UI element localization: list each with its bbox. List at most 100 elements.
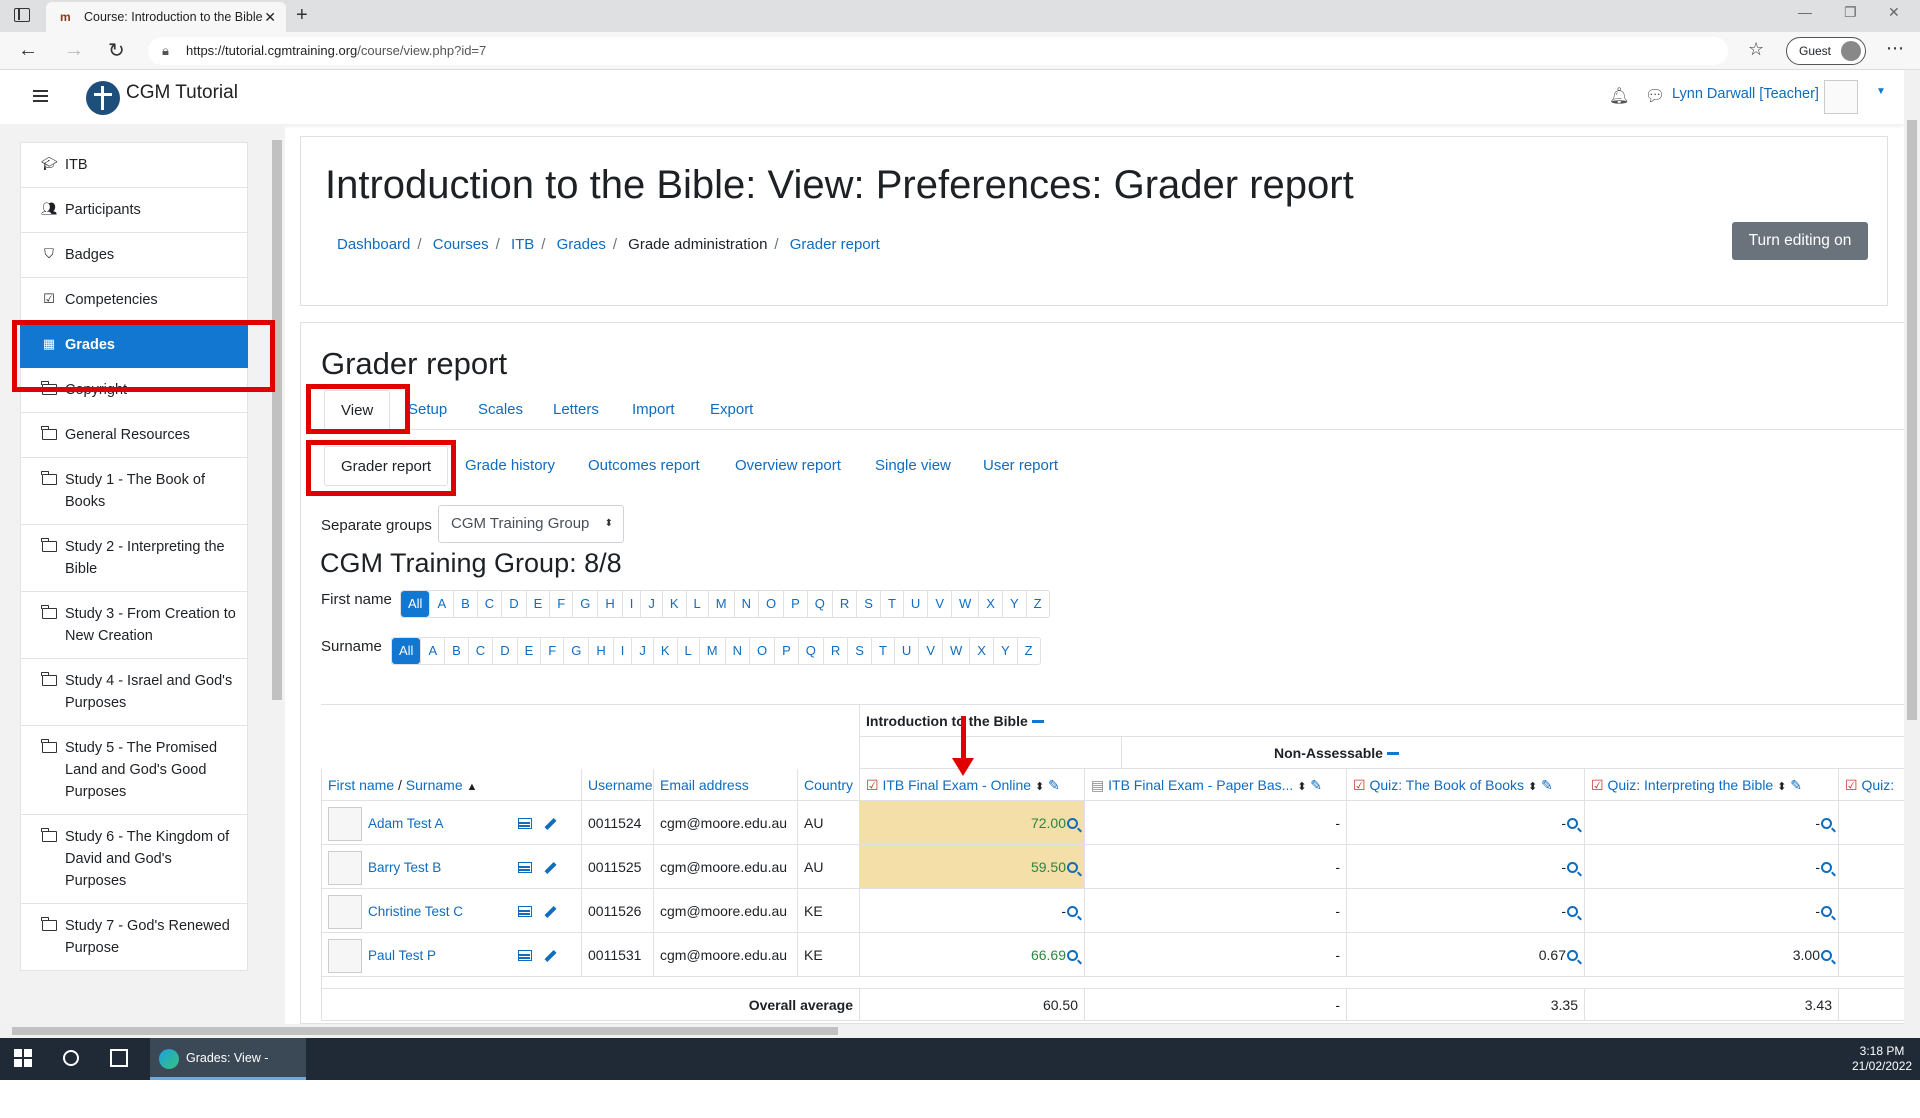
single-view-icon[interactable]	[518, 862, 532, 873]
forward-icon[interactable]: →	[64, 39, 84, 62]
profile-button[interactable]: Guest	[1786, 37, 1866, 65]
surname-initial-g[interactable]: G	[563, 638, 588, 664]
breadcrumb-courses[interactable]: Courses	[433, 236, 489, 253]
restore-icon[interactable]: ❐	[1844, 4, 1857, 21]
breadcrumb-dashboard[interactable]: Dashboard	[337, 236, 410, 253]
zoom-icon[interactable]	[1067, 950, 1078, 961]
zoom-icon[interactable]	[1821, 906, 1832, 917]
cell-g3[interactable]: 0.67	[1346, 933, 1584, 977]
tab-import[interactable]: Import	[632, 390, 675, 430]
messages-icon[interactable]: 💬︎	[1645, 86, 1665, 106]
site-name[interactable]: CGM Tutorial	[126, 82, 238, 104]
zoom-icon[interactable]	[1821, 862, 1832, 873]
collapse-icon[interactable]	[1386, 752, 1399, 755]
sidebar-item-study-1[interactable]: Study 1 - The Book of Books	[20, 458, 248, 525]
firstname-initial-c[interactable]: C	[476, 591, 501, 617]
surname-initial-p[interactable]: P	[774, 638, 798, 664]
zoom-icon[interactable]	[1567, 950, 1578, 961]
sidebar-item-study-2[interactable]: Study 2 - Interpreting the Bible	[20, 525, 248, 592]
cell-g4[interactable]: 3.00	[1584, 933, 1838, 977]
user-menu-caret-icon[interactable]: ▼	[1876, 86, 1886, 97]
more-menu-icon[interactable]: ⋯	[1886, 38, 1904, 59]
surname-initial-e[interactable]: E	[516, 638, 541, 664]
user-menu-name[interactable]: Lynn Darwall [Teacher]	[1672, 86, 1819, 102]
cell-g3[interactable]: -	[1346, 845, 1584, 889]
tab-overview-report[interactable]: Overview report	[735, 446, 841, 486]
close-window-icon[interactable]: ✕	[1888, 4, 1900, 21]
cell-g2[interactable]: -	[1084, 889, 1346, 933]
firstname-initial-u[interactable]: U	[902, 591, 927, 617]
header-username[interactable]: Username	[581, 769, 653, 801]
surname-initial-r[interactable]: R	[822, 638, 847, 664]
tab-letters[interactable]: Letters	[553, 390, 599, 430]
zoom-icon[interactable]	[1821, 950, 1832, 961]
surname-initial-b[interactable]: B	[444, 638, 468, 664]
single-view-icon[interactable]	[518, 950, 532, 961]
pencil-icon[interactable]	[544, 949, 557, 963]
zoom-icon[interactable]	[1067, 818, 1078, 829]
cell-g1[interactable]: -	[859, 889, 1084, 933]
taskbar-edge-app[interactable]: Grades: View - [Gue...	[150, 1038, 306, 1105]
cell-name[interactable]: Barry Test B	[321, 845, 581, 889]
firstname-initial-d[interactable]: D	[501, 591, 525, 617]
surname-initial-d[interactable]: D	[492, 638, 516, 664]
firstname-initial-g[interactable]: G	[572, 591, 597, 617]
cell-g4[interactable]: -	[1584, 801, 1838, 845]
system-clock[interactable]: 3:18 PM 21/02/2022	[1852, 1044, 1912, 1074]
firstname-initial-r[interactable]: R	[831, 591, 856, 617]
sidebar-item-general-resources[interactable]: General Resources	[20, 413, 248, 458]
zoom-icon[interactable]	[1821, 818, 1832, 829]
cell-name[interactable]: Paul Test P	[321, 933, 581, 977]
surname-initial-l[interactable]: L	[676, 638, 699, 664]
student-name-link[interactable]: Barry Test B	[368, 846, 518, 888]
search-icon[interactable]	[63, 1050, 79, 1066]
surname-initial-o[interactable]: O	[748, 638, 774, 664]
tab-outcomes-report[interactable]: Outcomes report	[588, 446, 700, 486]
sidebar-item-study-6[interactable]: Study 6 - The Kingdom of David and God's…	[20, 815, 248, 904]
firstname-initial-o[interactable]: O	[757, 591, 783, 617]
firstname-initial-y[interactable]: Y	[1001, 591, 1026, 617]
edit-icon[interactable]: ✎	[1541, 777, 1553, 793]
sidebar-item-participants[interactable]: 👥︎ Participants	[20, 188, 248, 233]
sort-icon[interactable]: ⬍	[1035, 781, 1044, 793]
zoom-icon[interactable]	[1567, 862, 1578, 873]
hamburger-menu-icon[interactable]	[33, 90, 48, 102]
firstname-initial-f[interactable]: F	[549, 591, 572, 617]
browser-tab[interactable]: m Course: Introduction to the Bible ✕	[46, 2, 286, 32]
firstname-initial-q[interactable]: Q	[806, 591, 832, 617]
surname-initial-a[interactable]: A	[420, 638, 444, 664]
cell-name[interactable]: Adam Test A	[321, 801, 581, 845]
zoom-icon[interactable]	[1567, 818, 1578, 829]
cell-name[interactable]: Christine Test C	[321, 889, 581, 933]
firstname-initial-h[interactable]: H	[597, 591, 621, 617]
surname-initial-x[interactable]: X	[969, 638, 993, 664]
sort-firstname-link[interactable]: First name	[328, 777, 394, 793]
cell-g4[interactable]: -	[1584, 889, 1838, 933]
sidebar-item-study-4[interactable]: Study 4 - Israel and God's Purposes	[20, 659, 248, 726]
cell-g2[interactable]: -	[1084, 801, 1346, 845]
tab-single-view[interactable]: Single view	[875, 446, 951, 486]
tab-scales[interactable]: Scales	[478, 390, 523, 430]
sidebar-item-study-5[interactable]: Study 5 - The Promised Land and God's Go…	[20, 726, 248, 815]
surname-initial-h[interactable]: H	[588, 638, 612, 664]
header-g5-label[interactable]: Quiz:	[1861, 777, 1894, 793]
cell-g1[interactable]: 72.00	[859, 801, 1084, 845]
firstname-initial-p[interactable]: P	[783, 591, 807, 617]
tab-user-report[interactable]: User report	[983, 446, 1058, 486]
firstname-initial-w[interactable]: W	[950, 591, 978, 617]
vertical-scrollbar-thumb[interactable]	[1907, 120, 1917, 720]
header-g1-label[interactable]: ITB Final Exam - Online	[882, 777, 1031, 793]
surname-initial-w[interactable]: W	[941, 638, 969, 664]
tab-grade-history[interactable]: Grade history	[465, 446, 555, 486]
pencil-icon[interactable]	[544, 817, 557, 831]
breadcrumb-grader-report[interactable]: Grader report	[790, 236, 880, 253]
single-view-icon[interactable]	[518, 818, 532, 829]
firstname-initial-n[interactable]: N	[733, 591, 758, 617]
surname-initial-i[interactable]: I	[612, 638, 632, 664]
new-tab-icon[interactable]: +	[296, 2, 308, 28]
firstname-initial-t[interactable]: T	[879, 591, 903, 617]
firstname-initial-s[interactable]: S	[856, 591, 880, 617]
header-country[interactable]: Country	[797, 769, 859, 801]
header-itb-final-exam-paper[interactable]: ▤ ITB Final Exam - Paper Bas... ⬍ ✎	[1084, 769, 1346, 801]
single-view-icon[interactable]	[518, 906, 532, 917]
